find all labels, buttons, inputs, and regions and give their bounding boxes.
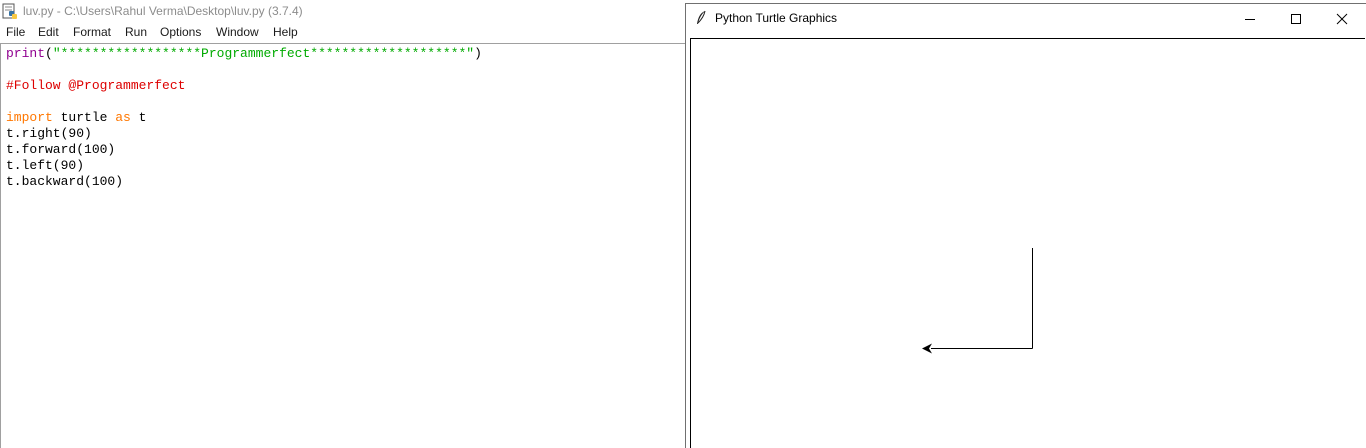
close-icon — [1336, 13, 1348, 25]
minimize-button[interactable] — [1227, 4, 1273, 34]
menu-bar: File Edit Format Run Options Window Help — [0, 24, 686, 43]
turtle-canvas[interactable] — [690, 38, 1365, 448]
menu-window[interactable]: Window — [216, 25, 259, 39]
python-file-icon — [2, 3, 20, 21]
paren-open: ( — [45, 46, 53, 61]
menu-help[interactable]: Help — [273, 25, 298, 39]
feather-icon — [695, 10, 707, 26]
code-line-7: t.backward(100) — [6, 174, 124, 189]
turtle-window-title: Python Turtle Graphics — [715, 11, 838, 25]
module-alias: t — [130, 110, 147, 125]
code-line-2: #Follow @Programmerfect — [6, 78, 185, 94]
paren-close: ) — [474, 46, 482, 61]
builtin-print: print — [6, 46, 46, 61]
menu-edit[interactable]: Edit — [38, 25, 59, 39]
module-name: turtle — [52, 110, 116, 125]
keyword-as: as — [115, 110, 131, 125]
string-literal: "******************Programmerfect*******… — [52, 46, 475, 61]
maximize-button[interactable] — [1273, 4, 1319, 34]
code-line-3: import turtle as t — [6, 110, 146, 126]
minimize-icon — [1245, 19, 1255, 20]
maximize-icon — [1291, 14, 1301, 24]
code-editor[interactable]: print("******************Programmerfect*… — [0, 43, 686, 448]
keyword-import: import — [6, 110, 53, 125]
idle-editor-window: luv.py - C:\Users\Rahul Verma\Desktop\lu… — [0, 0, 686, 448]
idle-titlebar[interactable]: luv.py - C:\Users\Rahul Verma\Desktop\lu… — [0, 0, 686, 24]
turtle-titlebar[interactable]: Python Turtle Graphics — [686, 4, 1366, 34]
turtle-drawing — [922, 248, 1033, 354]
menu-options[interactable]: Options — [160, 25, 201, 39]
turtle-graphics-window: Python Turtle Graphics — [685, 3, 1366, 448]
code-line-6: t.left(90) — [6, 158, 85, 173]
menu-format[interactable]: Format — [73, 25, 111, 39]
turtle-arrow-icon — [922, 343, 932, 354]
window-title: luv.py - C:\Users\Rahul Verma\Desktop\lu… — [23, 4, 303, 18]
code-line-4: t.right(90) — [6, 126, 92, 141]
menu-file[interactable]: File — [6, 25, 25, 39]
code-line-1: print("******************Programmerfect*… — [6, 46, 482, 62]
code-line-5: t.forward(100) — [6, 142, 116, 157]
menu-run[interactable]: Run — [125, 25, 147, 39]
close-button[interactable] — [1319, 4, 1365, 34]
comment: #Follow @Programmerfect — [6, 78, 186, 93]
